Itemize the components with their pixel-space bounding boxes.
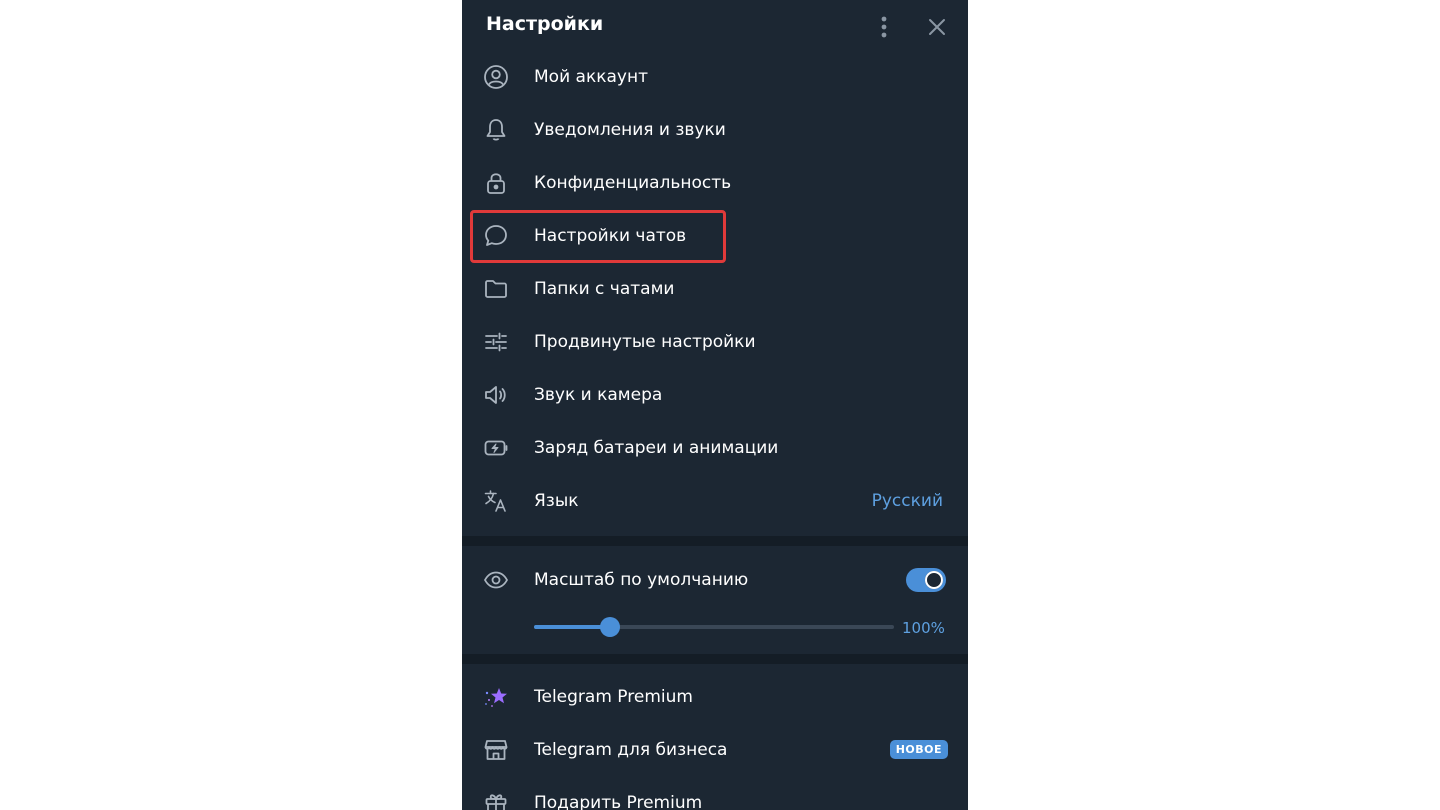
premium-menu: Telegram Premium Telegram для бизнеса НО… bbox=[462, 670, 968, 810]
menu-item-notifications[interactable]: Уведомления и звуки bbox=[462, 103, 968, 156]
toggle-knob bbox=[925, 571, 943, 589]
premium-star-icon bbox=[483, 684, 509, 710]
section-divider bbox=[462, 536, 968, 546]
default-scale-toggle[interactable] bbox=[906, 568, 946, 592]
gift-icon bbox=[483, 790, 509, 810]
close-button[interactable] bbox=[923, 13, 951, 41]
menu-item-label: Язык bbox=[534, 490, 579, 511]
store-icon bbox=[483, 737, 509, 763]
menu-item-gift-premium[interactable]: Подарить Premium bbox=[462, 776, 968, 810]
default-scale-row[interactable]: Масштаб по умолчанию bbox=[462, 553, 968, 606]
menu-item-telegram-business[interactable]: Telegram для бизнеса НОВОЕ bbox=[462, 723, 968, 776]
folder-icon bbox=[483, 276, 509, 302]
sliders-icon bbox=[483, 329, 509, 355]
menu-item-label: Подарить Premium bbox=[534, 792, 703, 810]
menu-item-battery[interactable]: Заряд батареи и анимации bbox=[462, 421, 968, 474]
more-button[interactable] bbox=[870, 13, 898, 41]
section-divider bbox=[462, 654, 968, 664]
lock-icon bbox=[483, 170, 509, 196]
menu-item-advanced[interactable]: Продвинутые настройки bbox=[462, 315, 968, 368]
language-value: Русский bbox=[871, 490, 943, 511]
menu-item-label: Папки с чатами bbox=[534, 278, 675, 299]
default-scale-label: Масштаб по умолчанию bbox=[534, 569, 749, 590]
menu-item-my-account[interactable]: Мой аккаунт bbox=[462, 50, 968, 103]
settings-menu: Мой аккаунт Уведомления и звуки Конфиден… bbox=[462, 50, 968, 527]
chat-bubble-icon bbox=[483, 223, 509, 249]
menu-item-label: Продвинутые настройки bbox=[534, 331, 756, 352]
menu-item-privacy[interactable]: Конфиденциальность bbox=[462, 156, 968, 209]
page-title: Настройки bbox=[486, 13, 604, 35]
menu-item-label: Мой аккаунт bbox=[534, 66, 648, 87]
more-vertical-icon bbox=[881, 16, 887, 38]
close-icon bbox=[929, 19, 945, 35]
battery-bolt-icon bbox=[483, 435, 509, 461]
slider-thumb[interactable] bbox=[599, 617, 620, 637]
settings-panel: Настройки Мой аккаунт Уведомления и звук… bbox=[462, 0, 968, 810]
eye-icon bbox=[483, 567, 509, 593]
menu-item-language[interactable]: Язык Русский bbox=[462, 474, 968, 527]
menu-item-label: Конфиденциальность bbox=[534, 172, 732, 193]
menu-item-sound-camera[interactable]: Звук и камера bbox=[462, 368, 968, 421]
menu-item-label: Telegram для бизнеса bbox=[534, 739, 728, 760]
settings-header: Настройки bbox=[462, 0, 968, 56]
speaker-icon bbox=[483, 382, 509, 408]
scale-percent: 100% bbox=[902, 619, 945, 637]
menu-item-label: Настройки чатов bbox=[534, 225, 687, 246]
bell-icon bbox=[483, 117, 509, 143]
scale-slider[interactable] bbox=[534, 612, 894, 642]
translate-icon bbox=[483, 488, 509, 514]
slider-fill bbox=[534, 625, 610, 629]
menu-item-chat-settings[interactable]: Настройки чатов bbox=[462, 209, 968, 262]
menu-item-label: Заряд батареи и анимации bbox=[534, 437, 779, 458]
menu-item-label: Уведомления и звуки bbox=[534, 119, 726, 140]
menu-item-label: Звук и камера bbox=[534, 384, 663, 405]
new-badge: НОВОЕ bbox=[889, 740, 948, 759]
account-circle-icon bbox=[483, 64, 509, 90]
menu-item-label: Telegram Premium bbox=[534, 686, 693, 707]
menu-item-telegram-premium[interactable]: Telegram Premium bbox=[462, 670, 968, 723]
menu-item-folders[interactable]: Папки с чатами bbox=[462, 262, 968, 315]
